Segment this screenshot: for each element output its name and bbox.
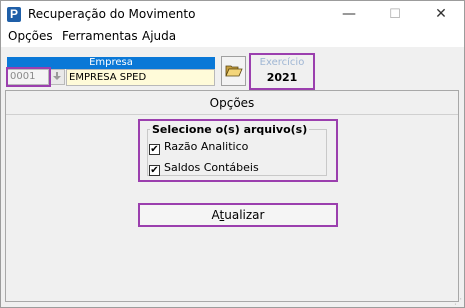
close-icon: ✕ xyxy=(435,6,447,22)
dropdown-arrow-icon xyxy=(53,72,61,80)
update-button[interactable]: Atualizar xyxy=(138,203,338,227)
empresa-dropdown-button[interactable] xyxy=(49,69,65,85)
resize-grip-icon[interactable]: ⋰ xyxy=(454,297,462,306)
title-bar[interactable]: P Recuperação do Movimento — ☐ ✕ xyxy=(1,1,464,28)
main-window: P Recuperação do Movimento — ☐ ✕ Opções … xyxy=(0,0,465,308)
minimize-button[interactable]: — xyxy=(326,1,372,28)
file-selection-highlight xyxy=(138,119,338,182)
update-label-rest: ualizar xyxy=(224,208,265,222)
empresa-code-highlight xyxy=(6,67,51,87)
minimize-icon: — xyxy=(342,6,356,22)
maximize-button[interactable]: ☐ xyxy=(372,1,418,28)
exercicio-value: 2021 xyxy=(266,71,298,84)
empresa-name-field[interactable]: EMPRESA SPED xyxy=(66,69,215,86)
update-label-first: A xyxy=(211,208,220,222)
maximize-icon: ☐ xyxy=(389,7,401,22)
open-folder-icon xyxy=(225,65,243,77)
menu-bar: Opções Ferramentas Ajuda xyxy=(1,28,464,47)
menu-ajuda[interactable]: Ajuda xyxy=(142,29,176,43)
menu-ferramentas[interactable]: Ferramentas xyxy=(62,29,138,43)
options-panel-title: Opções xyxy=(209,96,255,110)
exercicio-label: Exercício xyxy=(259,57,305,68)
app-icon: P xyxy=(7,7,21,22)
window-title: Recuperação do Movimento xyxy=(28,7,196,21)
menu-opcoes[interactable]: Opções xyxy=(8,29,53,43)
open-folder-button[interactable] xyxy=(221,56,246,86)
close-button[interactable]: ✕ xyxy=(418,1,464,28)
panel-divider xyxy=(6,114,458,115)
